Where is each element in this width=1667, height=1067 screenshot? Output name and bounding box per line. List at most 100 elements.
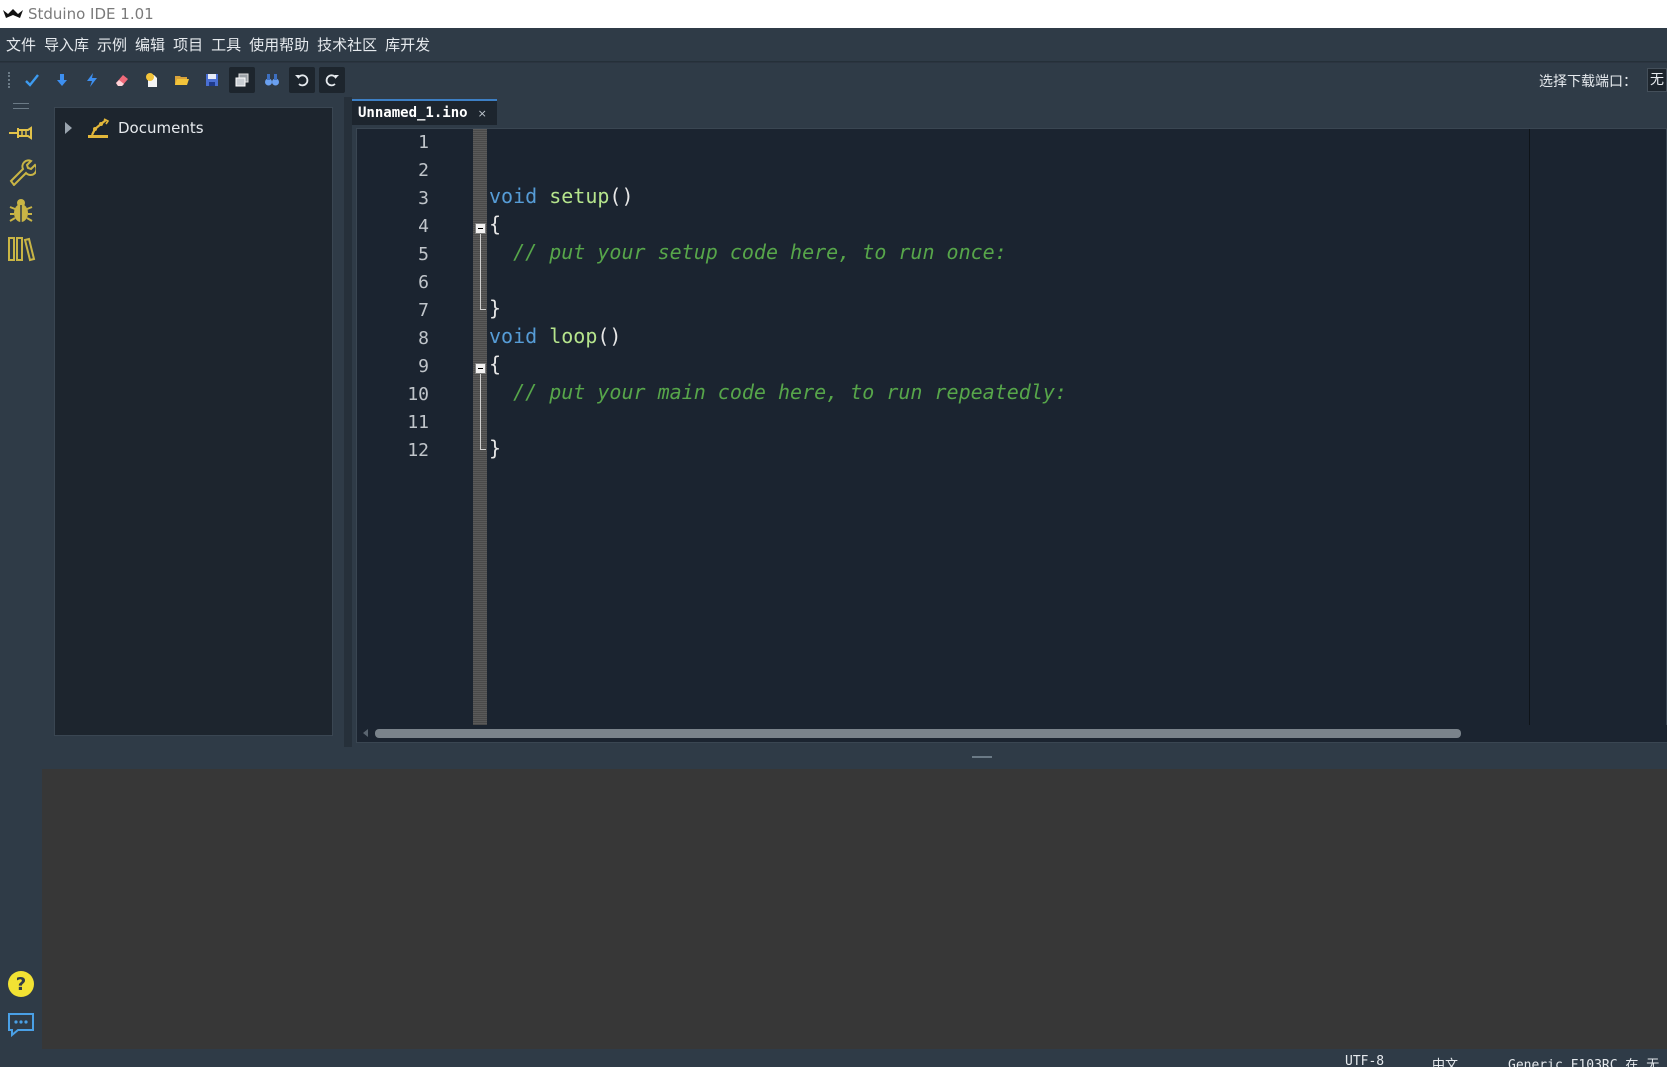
expand-arrow-icon[interactable] <box>65 122 72 134</box>
library-button[interactable] <box>5 233 37 265</box>
undo-button[interactable] <box>289 67 315 93</box>
tree-item-label: Documents <box>118 119 204 137</box>
splitter-grip[interactable] <box>972 756 992 758</box>
code-line-5-comment: // put your setup code here, to run once… <box>489 240 1007 264</box>
fold-end-marker <box>480 309 486 310</box>
horizontal-splitter[interactable] <box>42 747 1667 769</box>
port-select-label: 选择下载端口： <box>1539 74 1637 90</box>
line-number: 8 <box>418 328 429 349</box>
code-line-8: void loop() <box>489 322 621 350</box>
flash-button[interactable] <box>79 67 105 93</box>
code-editor[interactable]: 1 2 3 4 5 6 7 8 9 10 11 12 void setup() … <box>356 128 1667 743</box>
search-button[interactable] <box>259 67 285 93</box>
vertical-splitter[interactable] <box>344 97 352 747</box>
output-panel[interactable] <box>42 769 1667 1049</box>
editor-tab-bar: Unnamed_1.ino × <box>352 97 1667 125</box>
fold-toggle-setup[interactable] <box>475 223 486 234</box>
fold-end-marker <box>480 449 486 450</box>
app-logo-icon <box>3 9 23 18</box>
debug-button[interactable] <box>5 195 37 227</box>
download-button[interactable] <box>49 67 75 93</box>
help-icon: ? <box>8 971 34 997</box>
tree-item-documents[interactable]: Documents <box>65 116 204 140</box>
verify-icon <box>25 74 39 87</box>
save-icon <box>206 74 218 86</box>
fold-toggle-loop[interactable] <box>475 363 486 374</box>
copy-windows-icon <box>235 73 249 87</box>
status-bar: UTF-8 中文 Generic F103RC 在 无 <box>0 1049 1667 1067</box>
menu-tools[interactable]: 工具 <box>211 34 241 55</box>
new-file-icon <box>146 73 157 87</box>
download-icon <box>57 74 67 86</box>
line-number: 4 <box>418 216 429 237</box>
code-line-9: { <box>489 352 502 376</box>
horizontal-scrollbar[interactable] <box>357 725 1667 742</box>
window-title: Stduino IDE 1.01 <box>28 5 154 23</box>
parens: () <box>597 324 622 348</box>
erase-button[interactable] <box>109 67 135 93</box>
wrench-icon <box>9 159 36 186</box>
help-button[interactable]: ? <box>5 968 37 1000</box>
menu-project[interactable]: 项目 <box>173 34 203 55</box>
status-encoding[interactable]: UTF-8 <box>1345 1054 1384 1067</box>
menu-help[interactable]: 使用帮助 <box>249 34 309 55</box>
verify-button[interactable] <box>19 67 45 93</box>
function-name-setup: setup <box>537 184 610 208</box>
activity-bar-handle[interactable] <box>13 103 29 109</box>
menu-examples[interactable]: 示例 <box>97 34 127 55</box>
line-number: 7 <box>418 300 429 321</box>
line-number: 2 <box>418 160 429 181</box>
line-number: 10 <box>407 384 429 405</box>
new-file-button[interactable] <box>139 67 165 93</box>
menu-edit[interactable]: 编辑 <box>135 34 165 55</box>
line-number: 3 <box>418 188 429 209</box>
search-binoculars-icon <box>265 74 279 86</box>
file-tree: Documents <box>54 107 333 736</box>
save-button[interactable] <box>199 67 225 93</box>
menu-file[interactable]: 文件 <box>6 34 36 55</box>
menu-community[interactable]: 技术社区 <box>317 34 377 55</box>
port-select[interactable]: 无 <box>1647 68 1667 92</box>
line-number: 1 <box>418 132 429 153</box>
line-number: 9 <box>418 356 429 377</box>
menu-bar: 文件 导入库 示例 编辑 项目 工具 使用帮助 技术社区 库开发 <box>0 28 1667 62</box>
activity-bar: ? <box>0 97 42 1049</box>
edge-column-marker <box>1529 129 1530 725</box>
tab-unnamed-1[interactable]: Unnamed_1.ino × <box>352 99 497 125</box>
line-number: 12 <box>407 440 429 461</box>
eraser-icon <box>116 75 128 86</box>
open-button[interactable] <box>169 67 195 93</box>
code-line-10-comment: // put your main code here, to run repea… <box>489 380 1067 404</box>
code-line-7: } <box>489 296 502 320</box>
status-board[interactable]: Generic F103RC 在 无 <box>1508 1054 1659 1067</box>
scrollbar-thumb[interactable] <box>375 729 1461 738</box>
line-number: 11 <box>407 412 429 433</box>
chat-button[interactable] <box>5 1008 37 1040</box>
file-explorer-panel: Documents <box>42 97 344 747</box>
status-language[interactable]: 中文 <box>1432 1054 1458 1067</box>
undo-icon <box>295 74 309 87</box>
menu-import-library[interactable]: 导入库 <box>44 34 89 55</box>
function-name-loop: loop <box>537 324 598 348</box>
code-line-4: { <box>489 212 502 236</box>
code-text[interactable]: void setup() { // put your setup code he… <box>487 129 1487 725</box>
line-number: 5 <box>418 244 429 265</box>
library-icon <box>8 237 36 262</box>
code-line-3: void setup() <box>489 182 634 210</box>
tab-label: Unnamed_1.ino <box>358 105 468 121</box>
flash-icon <box>87 73 97 87</box>
pin-button[interactable] <box>5 117 37 149</box>
toolbar-grip[interactable] <box>8 72 11 88</box>
chat-icon <box>8 1013 34 1038</box>
tools-button[interactable] <box>5 155 37 187</box>
scroll-left-arrow-icon[interactable] <box>363 729 368 737</box>
tab-close-icon[interactable]: × <box>478 107 487 120</box>
fold-guide <box>480 234 481 309</box>
keyword-void: void <box>489 184 538 208</box>
robot-arm-icon <box>88 118 110 138</box>
redo-button[interactable] <box>319 67 345 93</box>
menu-library-dev[interactable]: 库开发 <box>385 34 430 55</box>
line-number: 6 <box>418 272 429 293</box>
copy-windows-button[interactable] <box>229 67 255 93</box>
code-line-12: } <box>489 436 502 460</box>
